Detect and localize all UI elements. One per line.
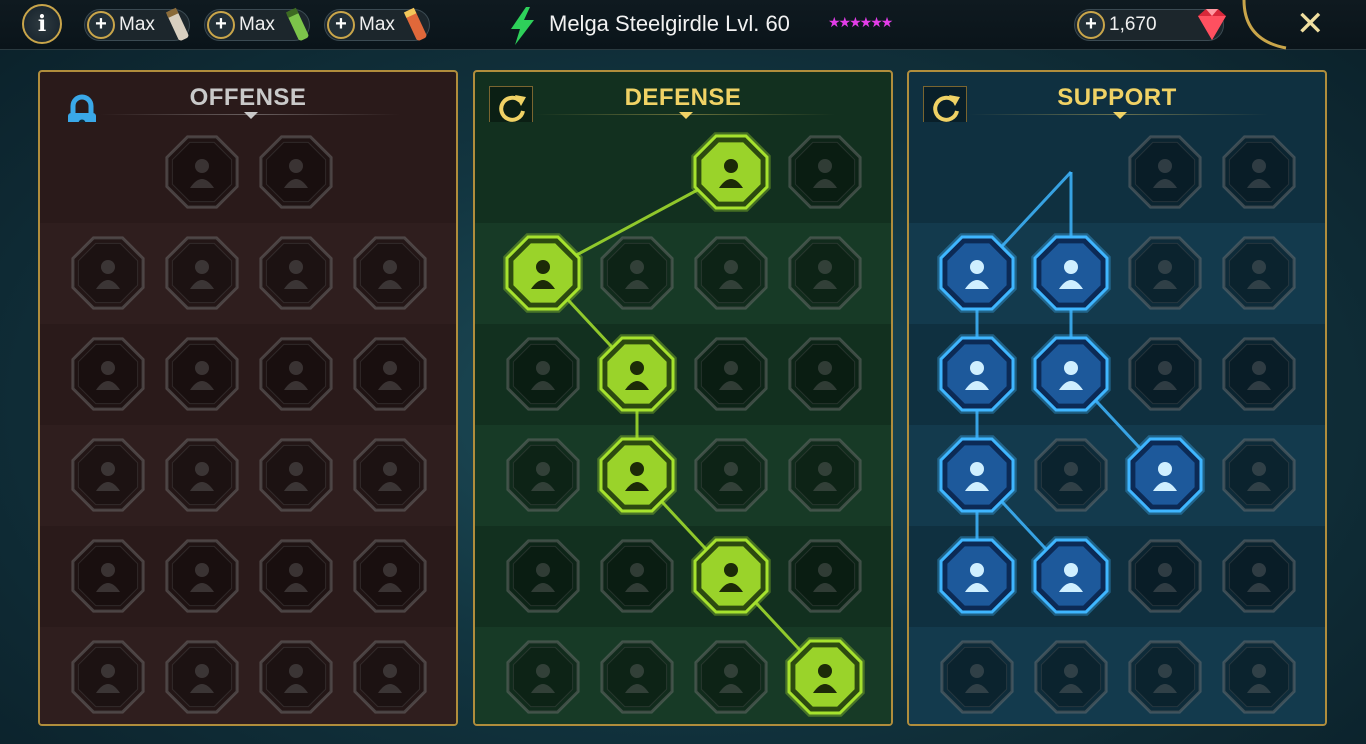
cracked-stone-node[interactable] — [1128, 337, 1202, 411]
dual-swords-node[interactable] — [165, 135, 239, 209]
scroll-icon — [165, 7, 189, 41]
eye-node[interactable] — [1128, 539, 1202, 613]
hourglass-skull-node[interactable] — [597, 435, 677, 515]
horned-demon-node[interactable] — [71, 236, 145, 310]
offense-tree — [40, 122, 456, 724]
comet-node[interactable] — [1034, 438, 1108, 512]
roaring-face-node[interactable] — [1222, 438, 1296, 512]
crossed-blades-node[interactable] — [788, 236, 862, 310]
twin-skulls-node[interactable] — [165, 539, 239, 613]
scythe-node[interactable] — [353, 337, 427, 411]
speed-lines-node[interactable] — [1222, 236, 1296, 310]
eagle-node[interactable] — [1222, 640, 1296, 714]
shield-sword-node[interactable] — [259, 236, 333, 310]
defense-panel: DEFENSE — [473, 70, 893, 726]
fist-blade-node[interactable] — [165, 438, 239, 512]
chevron-shield-node[interactable] — [503, 233, 583, 313]
open-book-node[interactable] — [1125, 435, 1205, 515]
support-panel: SUPPORT — [907, 70, 1327, 726]
star-rating: ★★★★★★ — [828, 14, 893, 30]
gem-icon — [1198, 9, 1226, 40]
offense-panel: OFFENSE — [38, 70, 458, 726]
red-scroll-icon — [403, 7, 427, 41]
heart-stone-node[interactable] — [600, 236, 674, 310]
crowd-node[interactable] — [506, 438, 580, 512]
ogre-node[interactable] — [694, 236, 768, 310]
add-red-scroll-button[interactable]: + — [327, 11, 355, 39]
sword-heart-node[interactable] — [71, 438, 145, 512]
runner-node[interactable] — [506, 539, 580, 613]
shadow-figure-node[interactable] — [1222, 337, 1296, 411]
bull-node[interactable] — [788, 438, 862, 512]
top-bar: i + Max + Max + Max Melga Steelgirdle Lv… — [0, 0, 1366, 50]
layered-shield-node[interactable] — [600, 640, 674, 714]
flexing-figure-node[interactable] — [785, 637, 865, 717]
hero-title: Melga Steelgirdle Lvl. 60 — [549, 11, 790, 36]
lightning-shield-node[interactable] — [1031, 334, 1111, 414]
green-scroll-value: Max — [239, 14, 275, 35]
hooded-figure-node[interactable] — [788, 337, 862, 411]
axe-node[interactable] — [259, 438, 333, 512]
parry-node[interactable] — [506, 337, 580, 411]
swirl-node[interactable] — [788, 539, 862, 613]
skull-mark-node[interactable] — [259, 337, 333, 411]
smoke-skull-node[interactable] — [1128, 236, 1202, 310]
add-green-scroll-button[interactable]: + — [207, 11, 235, 39]
defense-tree — [475, 122, 891, 724]
praying-hands-node[interactable] — [937, 233, 1017, 313]
crested-skull-node[interactable] — [353, 640, 427, 714]
support-tree — [909, 122, 1325, 724]
add-scroll-button[interactable]: + — [87, 11, 115, 39]
crossed-daggers-node[interactable] — [71, 539, 145, 613]
aura-shield-node[interactable] — [1031, 233, 1111, 313]
bearded-face-node[interactable] — [694, 640, 768, 714]
slash-node[interactable] — [165, 236, 239, 310]
fangs-node[interactable] — [165, 337, 239, 411]
burning-sword-node[interactable] — [71, 640, 145, 714]
horned-beast-node[interactable] — [259, 640, 333, 714]
green-scroll-icon — [285, 7, 309, 41]
warrior-node[interactable] — [353, 539, 427, 613]
open-palm-node[interactable] — [694, 438, 768, 512]
healing-heart-node[interactable] — [1128, 135, 1202, 209]
bleeding-heart-node[interactable] — [353, 236, 427, 310]
ring-lock-node[interactable] — [1222, 135, 1296, 209]
stone-fist-node[interactable] — [1128, 640, 1202, 714]
claw-strike-node[interactable] — [259, 135, 333, 209]
chain-bolt-node[interactable] — [353, 438, 427, 512]
blessed-figure-node[interactable] — [937, 334, 1017, 414]
raised-fist-node[interactable] — [788, 135, 862, 209]
tier-band — [40, 122, 456, 223]
dagger-ring-node[interactable] — [259, 539, 333, 613]
compass-star-node[interactable] — [937, 536, 1017, 616]
potion-skull-node[interactable] — [940, 640, 1014, 714]
chained-heart-node[interactable] — [937, 435, 1017, 515]
sun-skull-node[interactable] — [691, 536, 771, 616]
red-scroll-value: Max — [359, 14, 395, 35]
corner-ornament — [1242, 0, 1287, 50]
chained-arm-node[interactable] — [71, 337, 145, 411]
gems-value: 1,670 — [1109, 14, 1157, 35]
energy-bolt-icon — [511, 7, 534, 45]
crowned-warrior-node[interactable] — [506, 640, 580, 714]
close-button[interactable]: ✕ — [1296, 4, 1325, 44]
add-gems-button[interactable]: + — [1077, 11, 1105, 39]
knight-helm-node[interactable] — [165, 640, 239, 714]
swift-boot-node[interactable] — [1031, 536, 1111, 616]
knight-shield-node[interactable] — [597, 334, 677, 414]
heart-skull-node[interactable] — [694, 337, 768, 411]
bricks-node[interactable] — [691, 132, 771, 212]
info-button[interactable]: i — [22, 4, 62, 44]
scroll-value: Max — [119, 14, 155, 35]
bandit-node[interactable] — [1222, 539, 1296, 613]
horned-skull-node[interactable] — [1034, 640, 1108, 714]
drops-node[interactable] — [600, 539, 674, 613]
